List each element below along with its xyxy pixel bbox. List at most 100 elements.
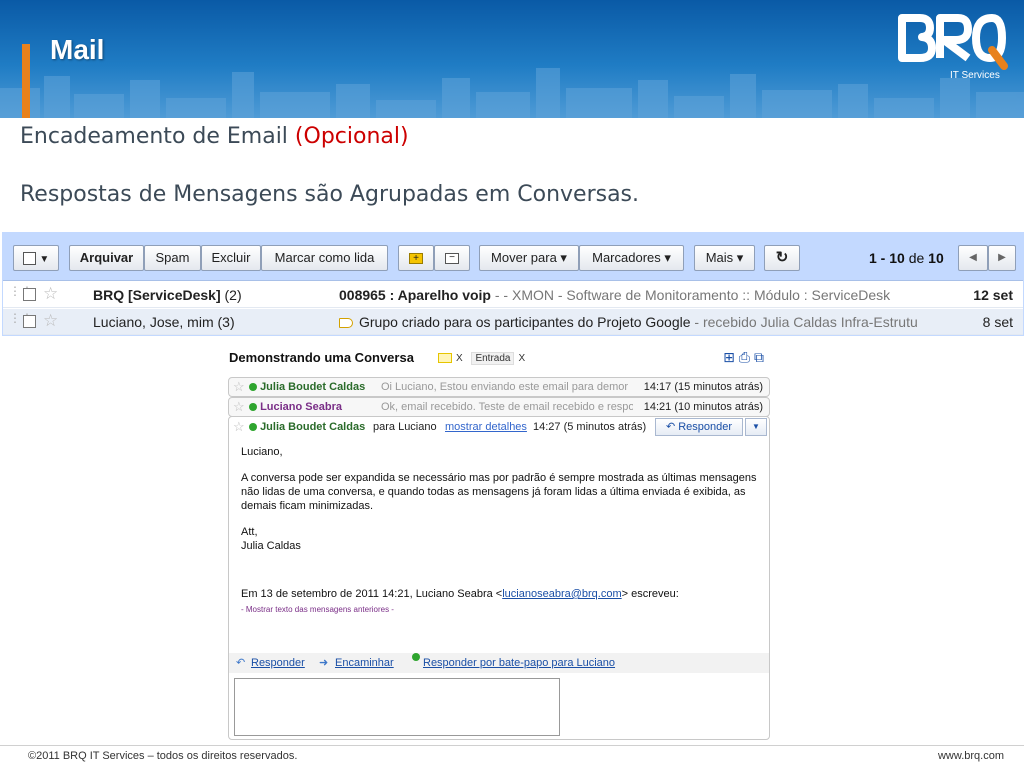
move-to-button[interactable]: Mover para ▾	[479, 245, 579, 271]
label-tag-icon	[438, 353, 452, 364]
refresh-icon[interactable]: ↻	[764, 245, 800, 271]
label-close[interactable]: X	[518, 353, 525, 364]
message-preview: Oi Luciano, Estou enviando este email pa…	[381, 381, 629, 393]
forward-link[interactable]: Encaminhar	[335, 653, 394, 673]
row-sender: Luciano, Jose, mim (3)	[93, 314, 235, 330]
message-actions: ↶ Responder ➜ Encaminhar Responder por b…	[229, 653, 769, 673]
drag-handle-icon[interactable]: ⋮⋮	[9, 312, 33, 330]
expand-all-icon[interactable]: ⊞	[723, 350, 739, 366]
drag-handle-icon[interactable]: ⋮⋮	[9, 285, 33, 303]
conversation-tools: ⊞⎙⧉	[723, 350, 768, 366]
archive-button[interactable]: Arquivar	[69, 245, 144, 271]
online-status-icon	[249, 403, 257, 412]
remove-label-button[interactable]: −	[434, 245, 470, 271]
row-date: 8 set	[982, 314, 1013, 330]
message-sender: Luciano Seabra	[249, 398, 342, 416]
collapsed-message[interactable]: ☆ Julia Boudet Caldas Oi Luciano, Estou …	[228, 377, 770, 397]
optional-label: (Opcional)	[294, 124, 409, 149]
page-title: Mail	[50, 34, 105, 65]
show-details-link[interactable]: mostrar detalhes	[445, 417, 527, 437]
select-menu-button[interactable]: ▼	[13, 245, 59, 271]
labels-button[interactable]: Marcadores ▾	[579, 245, 684, 271]
heading-text: Encadeamento de Email	[20, 124, 295, 149]
reply-options-icon[interactable]: ▼	[745, 418, 767, 436]
pager-range: 1 - 10	[869, 250, 905, 266]
message-preview: Ok, email recebido. Teste de email receb…	[381, 401, 633, 413]
body-greeting: Luciano,	[241, 446, 283, 458]
row-checkbox[interactable]	[23, 288, 36, 301]
pager-text: 1 - 10 de 10	[869, 250, 944, 266]
quote-header: Em 13 de setembro de 2011 14:21, Luciano…	[241, 588, 679, 600]
next-page-icon[interactable]: ▶	[988, 245, 1016, 271]
chat-reply-link[interactable]: Responder por bate-papo para Luciano	[423, 653, 615, 673]
print-icon[interactable]: ⎙	[739, 350, 754, 366]
select-checkbox-icon	[22, 252, 36, 266]
inbox-row[interactable]: ⋮⋮ ☆ BRQ [ServiceDesk] (2) 008965 : Apar…	[3, 282, 1023, 308]
subject-text: 008965 : Aparelho voip	[339, 287, 491, 303]
accent-bar	[22, 44, 30, 118]
row-date: 12 set	[973, 287, 1013, 303]
star-icon[interactable]: ☆	[43, 311, 58, 331]
quote-email-link[interactable]: lucianoseabra@brq.com	[502, 588, 621, 600]
minus-tag-icon: −	[445, 253, 459, 265]
label-inbox[interactable]: Entrada	[471, 352, 515, 365]
footer-copyright: ©2011 BRQ IT Services – todos os direito…	[28, 750, 298, 762]
message-header: ☆ Julia Boudet Caldas para Luciano mostr…	[229, 417, 769, 437]
online-status-icon	[249, 383, 257, 392]
message-time: 14:21 (10 minutos atrás)	[643, 401, 763, 413]
label-close[interactable]: X	[456, 353, 463, 364]
forward-icon: ➜	[319, 657, 329, 669]
footer-website: www.brq.com	[937, 750, 1004, 762]
label-tag-icon	[339, 318, 353, 329]
row-subject: Grupo criado para os participantes do Pr…	[339, 314, 925, 330]
mark-read-button[interactable]: Marcar como lida	[261, 245, 388, 271]
plus-tag-icon: +	[409, 253, 423, 265]
message-time: 14:27 (5 minutos atrás)	[533, 421, 647, 433]
prev-page-icon[interactable]: ◀	[958, 245, 988, 271]
pager-of: de	[904, 250, 929, 266]
show-quoted-link[interactable]: - Mostrar texto das mensagens anteriores…	[241, 603, 761, 617]
body-signoff: Att,	[241, 526, 258, 538]
slide: Mail IT Services Encadeamento de Email (…	[0, 0, 1024, 768]
row-sender: BRQ [ServiceDesk] (2)	[93, 287, 242, 303]
delete-button[interactable]: Excluir	[201, 245, 261, 271]
reply-button[interactable]: ↶ Responder	[655, 418, 743, 436]
star-icon[interactable]: ☆	[43, 284, 58, 304]
star-icon[interactable]: ☆	[233, 398, 245, 416]
logo-subtitle: IT Services	[950, 70, 1000, 81]
message-time: 14:17 (15 minutos atrás)	[643, 381, 763, 393]
inbox-toolbar: ▼ Arquivar Spam Excluir Marcar como lida…	[3, 233, 1023, 281]
row-checkbox[interactable]	[23, 315, 36, 328]
reply-link[interactable]: Responder	[251, 653, 305, 673]
message-recipient: para Luciano	[373, 421, 437, 433]
body-paragraph: A conversa pode ser expandida se necessá…	[241, 472, 757, 512]
conversation-labels: X Entrada X	[438, 352, 525, 365]
pager-total: 10	[928, 250, 944, 266]
chevron-down-icon: ▼	[39, 254, 50, 265]
spam-button[interactable]: Spam	[144, 245, 201, 271]
reply-textarea[interactable]	[234, 678, 560, 736]
section-heading: Encadeamento de Email (Opcional)	[20, 124, 409, 149]
message-body: Luciano, A conversa pode ser expandida s…	[241, 445, 761, 617]
expanded-message: ☆ Julia Boudet Caldas para Luciano mostr…	[228, 416, 770, 740]
body-signature: Julia Caldas	[241, 540, 301, 552]
star-icon[interactable]: ☆	[233, 378, 245, 396]
header-banner: Mail IT Services	[0, 0, 1024, 118]
snippet-text: - - XMON - Software de Monitoramento :: …	[490, 287, 891, 303]
add-label-button[interactable]: +	[398, 245, 434, 271]
reply-icon: ↶	[665, 421, 676, 433]
gmail-inbox: ▼ Arquivar Spam Excluir Marcar como lida…	[2, 232, 1024, 336]
sender-count: (2)	[220, 287, 242, 303]
inbox-row[interactable]: ⋮⋮ ☆ Luciano, Jose, mim (3) Grupo criado…	[3, 309, 1023, 335]
conversation-title: Demonstrando uma Conversa	[229, 350, 414, 365]
skyline-graphic	[0, 68, 1024, 118]
snippet-text: - recebido Julia Caldas Infra-Estrutu	[690, 314, 918, 330]
conversation-panel: Demonstrando uma Conversa X Entrada X ⊞⎙⧉…	[228, 342, 770, 740]
section-subheading: Respostas de Mensagens são Agrupadas em …	[20, 182, 640, 207]
new-window-icon[interactable]: ⧉	[754, 350, 768, 366]
message-sender: Julia Boudet Caldas	[249, 417, 365, 437]
more-button[interactable]: Mais ▾	[694, 245, 755, 271]
star-icon[interactable]: ☆	[233, 417, 245, 437]
online-status-icon	[249, 423, 257, 432]
collapsed-message[interactable]: ☆ Luciano Seabra Ok, email recebido. Tes…	[228, 397, 770, 417]
